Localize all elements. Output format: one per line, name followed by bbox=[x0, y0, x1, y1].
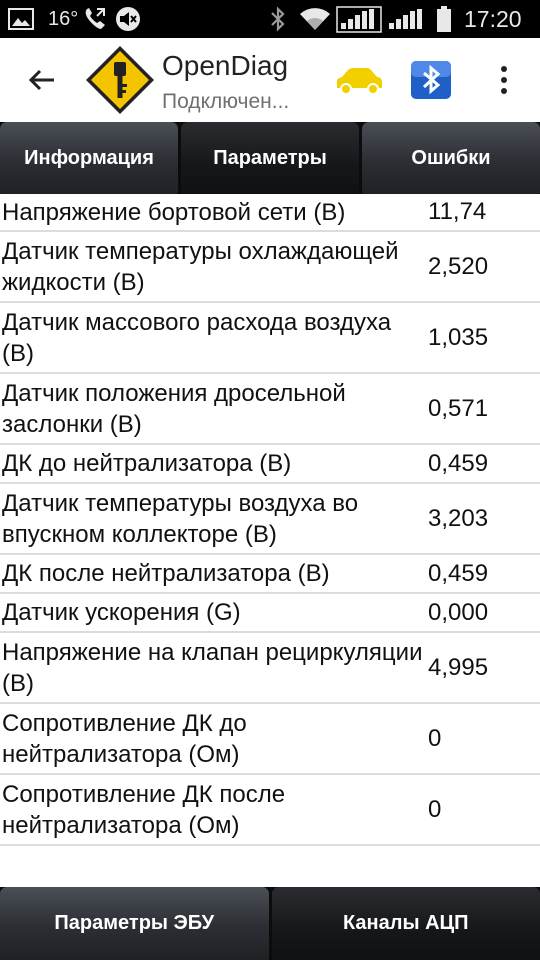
overflow-dot bbox=[501, 66, 507, 72]
list-item[interactable]: Датчик массового расхода воздуха (В) 1,0… bbox=[0, 303, 540, 374]
call-forward-icon bbox=[82, 0, 108, 38]
list-item[interactable]: ДК после нейтрализатора (В) 0,459 bbox=[0, 555, 540, 594]
parameter-value: 0 bbox=[428, 795, 442, 823]
connection-status: Подключен... bbox=[162, 90, 290, 113]
list-item[interactable]: Напряжение бортовой сети (В) 11,74 bbox=[0, 194, 540, 232]
clock-text: 17:20 bbox=[464, 5, 522, 32]
parameter-name: Датчик температуры охлаждающей жидкости … bbox=[2, 237, 399, 296]
volume-off-icon bbox=[114, 0, 142, 38]
parameter-name: Сопротивление ДК до нейтрализатора (Ом) bbox=[2, 709, 247, 768]
overflow-menu-button[interactable] bbox=[488, 58, 520, 102]
bluetooth-status-icon bbox=[268, 0, 288, 38]
parameter-value: 0,459 bbox=[428, 559, 489, 587]
temperature-text: 16° bbox=[48, 7, 79, 30]
parameter-name: Напряжение бортовой сети (В) bbox=[2, 198, 346, 226]
back-button[interactable] bbox=[18, 58, 66, 102]
bluetooth-icon[interactable] bbox=[410, 60, 452, 100]
ecu-parameters-button[interactable]: Параметры ЭБУ bbox=[0, 887, 269, 960]
back-arrow-icon bbox=[28, 69, 54, 91]
car-icon[interactable] bbox=[333, 64, 385, 98]
parameter-value: 3,203 bbox=[428, 504, 489, 532]
app-logo bbox=[84, 44, 156, 116]
list-item[interactable]: Напряжение на клапан рециркуляции (В) 4,… bbox=[0, 633, 540, 704]
parameter-value: 1,035 bbox=[428, 323, 489, 351]
battery-icon bbox=[436, 0, 452, 38]
tab-parameters[interactable]: Параметры bbox=[181, 122, 359, 194]
list-item[interactable]: ДК до нейтрализатора (В) 0,459 bbox=[0, 445, 540, 484]
parameter-value: 11,74 bbox=[428, 198, 487, 225]
parameter-name: Датчик температуры воздуха во впускном к… bbox=[2, 489, 359, 548]
wifi-icon bbox=[298, 0, 332, 38]
adc-channels-button[interactable]: Каналы АЦП bbox=[271, 887, 540, 960]
list-item[interactable]: Сопротивление ДК до нейтрализатора (Ом) … bbox=[0, 704, 540, 775]
parameter-name: Датчик ускорения (G) bbox=[2, 599, 241, 626]
parameter-name: Сопротивление ДК после нейтрализатора (О… bbox=[2, 780, 286, 839]
tab-errors[interactable]: Ошибки bbox=[362, 122, 540, 194]
list-item[interactable]: Датчик температуры охлаждающей жидкости … bbox=[0, 232, 540, 303]
action-bar: OpenDiag Подключен... bbox=[0, 38, 540, 122]
parameter-value: 4,995 bbox=[428, 653, 489, 681]
parameter-value: 0,459 bbox=[428, 449, 489, 477]
list-item[interactable]: Датчик температуры воздуха во впускном к… bbox=[0, 484, 540, 555]
bottom-button-bar: Параметры ЭБУ Каналы АЦП bbox=[0, 887, 540, 960]
list-item[interactable]: Датчик ускорения (G) 0,000 bbox=[0, 594, 540, 633]
app-title: OpenDiag bbox=[162, 50, 289, 81]
parameter-value: 0,000 bbox=[428, 598, 489, 626]
overflow-dot bbox=[501, 88, 507, 94]
parameter-name: ДК после нейтрализатора (В) bbox=[2, 560, 330, 587]
tab-bar: Информация Параметры Ошибки bbox=[0, 122, 540, 194]
parameter-name: Напряжение на клапан рециркуляции (В) bbox=[2, 638, 423, 697]
tab-info[interactable]: Информация bbox=[0, 122, 178, 194]
signal-sim2-icon bbox=[384, 0, 430, 38]
list-item[interactable]: Сопротивление ДК после нейтрализатора (О… bbox=[0, 775, 540, 846]
parameter-value: 0,571 bbox=[428, 394, 489, 422]
parameter-value: 2,520 bbox=[428, 252, 489, 280]
parameter-name: Датчик положения дросельной заслонки (В) bbox=[2, 379, 346, 438]
overflow-dot bbox=[501, 77, 507, 83]
status-bar: 16° 17:20 bbox=[0, 0, 540, 38]
gallery-icon bbox=[8, 0, 34, 38]
parameter-value: 0 bbox=[428, 724, 442, 752]
signal-sim1-icon bbox=[336, 0, 382, 38]
parameter-list: Напряжение бортовой сети (В) 11,74 Датчи… bbox=[0, 194, 540, 846]
parameter-name: ДК до нейтрализатора (В) bbox=[2, 450, 292, 477]
parameter-name: Датчик массового расхода воздуха (В) bbox=[2, 308, 392, 367]
list-item[interactable]: Датчик положения дросельной заслонки (В)… bbox=[0, 374, 540, 445]
